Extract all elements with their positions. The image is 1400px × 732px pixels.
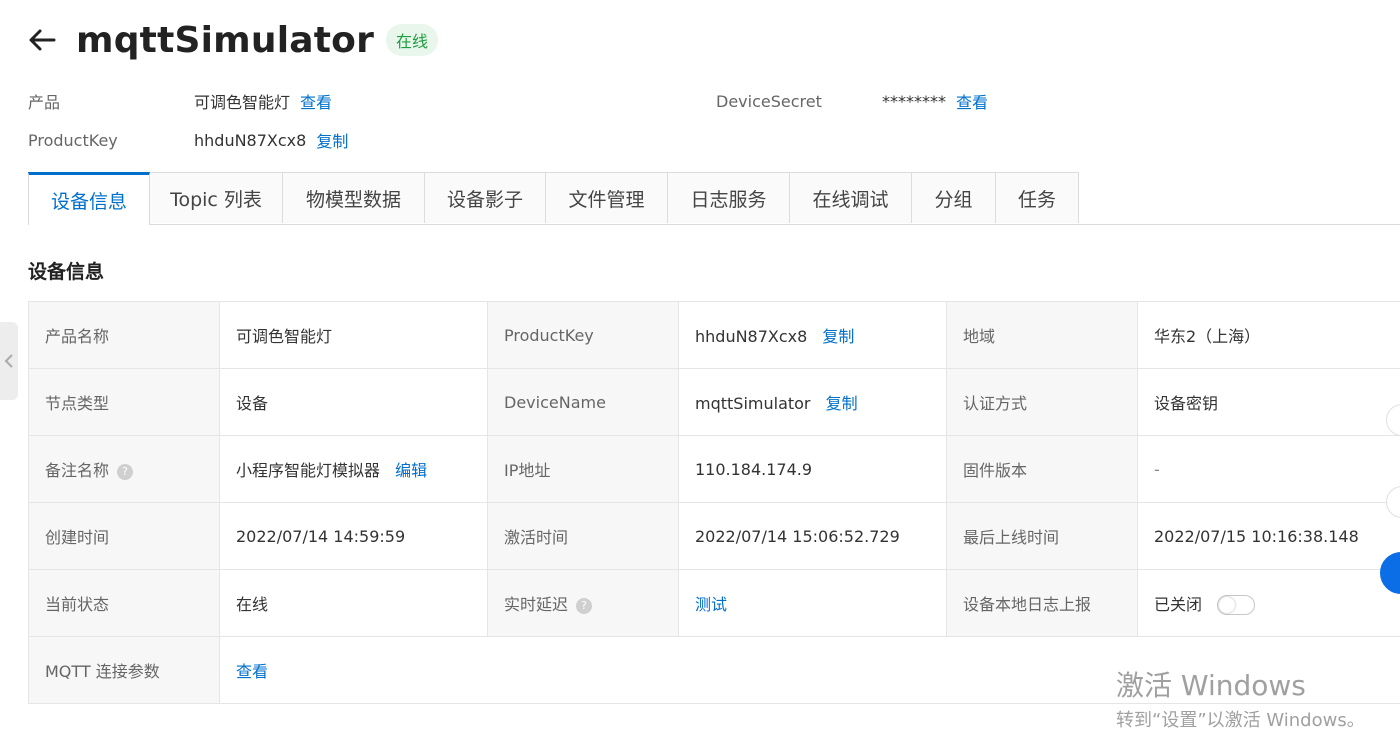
productkey-cell: hhduN87Xcx8 复制: [678, 301, 947, 369]
ip-label: IP地址: [487, 435, 679, 503]
question-icon[interactable]: ?: [576, 597, 593, 614]
view-mqtt-params-button[interactable]: 查看: [236, 662, 268, 681]
node-type-label: 节点类型: [28, 368, 220, 436]
edit-remark-button[interactable]: 编辑: [395, 461, 427, 480]
last-online-value: 2022/07/15 10:16:38.148: [1137, 502, 1400, 570]
sidebar-collapse-handle[interactable]: [0, 322, 18, 400]
view-product-link[interactable]: 查看: [300, 89, 332, 113]
chevron-left-icon: [4, 354, 13, 368]
activated-time-label: 激活时间: [487, 502, 679, 570]
local-log-value: 已关闭: [1154, 594, 1203, 614]
copy-devicename-button[interactable]: 复制: [826, 394, 858, 413]
tab-device-shadow[interactable]: 设备影子: [425, 172, 546, 223]
productkey-label: ProductKey: [487, 301, 679, 369]
device-info-table: 产品名称 可调色智能灯 ProductKey hhduN87Xcx8 复制 地域…: [28, 301, 1400, 704]
productkey-value: hhduN87Xcx8: [695, 327, 808, 346]
remark-name-label: 备注名称: [45, 461, 110, 480]
watermark-line-2: 转到“设置”以激活 Windows。: [1116, 710, 1365, 731]
remark-name-cell: 小程序智能灯模拟器 编辑: [219, 435, 488, 503]
watermark-line-1: 激活 Windows: [1116, 669, 1306, 702]
firmware-label: 固件版本: [946, 435, 1138, 503]
tab-tasks[interactable]: 任务: [996, 172, 1079, 223]
page-header: mqttSimulator 在线: [26, 14, 439, 66]
table-row: 产品名称 可调色智能灯 ProductKey hhduN87Xcx8 复制 地域…: [28, 301, 1400, 369]
page-title: mqttSimulator: [76, 19, 375, 61]
region-value: 华东2（上海）: [1137, 301, 1400, 369]
meta-productkey-row: ProductKey hhduN87Xcx8 复制: [28, 128, 348, 152]
meta-secret-value: ********: [882, 91, 946, 111]
meta-secret-label: DeviceSecret: [716, 91, 822, 111]
product-name-value: 可调色智能灯: [219, 301, 488, 369]
section-title: 设备信息: [28, 261, 105, 283]
question-icon[interactable]: ?: [117, 463, 134, 480]
tab-file-management[interactable]: 文件管理: [546, 172, 668, 223]
copy-productkey-link[interactable]: 复制: [316, 128, 348, 152]
firmware-value: -: [1137, 435, 1400, 503]
created-time-label: 创建时间: [28, 502, 220, 570]
tab-device-info[interactable]: 设备信息: [28, 172, 150, 225]
tab-online-debug[interactable]: 在线调试: [790, 172, 912, 223]
remark-name-value: 小程序智能灯模拟器: [236, 461, 381, 480]
region-label: 地域: [946, 301, 1138, 369]
arrow-left-icon[interactable]: [26, 24, 58, 56]
meta-productkey-label: ProductKey: [28, 130, 118, 150]
table-row: 创建时间 2022/07/14 14:59:59 激活时间 2022/07/14…: [28, 502, 1400, 570]
devicename-label: DeviceName: [487, 368, 679, 436]
meta-secret-row: DeviceSecret ******** 查看: [716, 89, 988, 113]
tab-groups[interactable]: 分组: [912, 172, 996, 223]
node-type-value: 设备: [219, 368, 488, 436]
view-secret-link[interactable]: 查看: [956, 89, 988, 113]
status-badge: 在线: [386, 24, 439, 56]
local-log-toggle[interactable]: [1217, 595, 1256, 616]
meta-product-value: 可调色智能灯: [194, 93, 291, 112]
tab-thing-model-data[interactable]: 物模型数据: [283, 172, 425, 223]
table-row: 当前状态 在线 实时延迟? 测试 设备本地日志上报 已关闭: [28, 569, 1400, 637]
latency-label-cell: 实时延迟?: [487, 569, 679, 637]
table-row: 节点类型 设备 DeviceName mqttSimulator 复制 认证方式…: [28, 368, 1400, 436]
activated-time-value: 2022/07/14 15:06:52.729: [678, 502, 947, 570]
devicename-value: mqttSimulator: [695, 394, 811, 413]
meta-product-row: 产品 可调色智能灯 查看: [28, 89, 332, 113]
current-status-value: 在线: [219, 569, 488, 637]
local-log-label: 设备本地日志上报: [946, 569, 1138, 637]
copy-productkey-button[interactable]: 复制: [822, 327, 854, 346]
local-log-cell: 已关闭: [1137, 569, 1400, 637]
auth-method-label: 认证方式: [946, 368, 1138, 436]
remark-name-label-cell: 备注名称?: [28, 435, 220, 503]
latency-label: 实时延迟: [504, 595, 569, 614]
tab-log-service[interactable]: 日志服务: [668, 172, 790, 223]
tab-topic-list[interactable]: Topic 列表: [150, 172, 283, 223]
mqtt-params-label: MQTT 连接参数: [28, 636, 220, 704]
test-latency-button[interactable]: 测试: [695, 595, 727, 614]
windows-activation-watermark: 激活 Windows 转到“设置”以激活 Windows。: [1116, 664, 1365, 732]
meta-productkey-value: hhduN87Xcx8: [194, 130, 307, 150]
last-online-label: 最后上线时间: [946, 502, 1138, 570]
latency-cell: 测试: [678, 569, 947, 637]
devicename-cell: mqttSimulator 复制: [678, 368, 947, 436]
meta-product-label: 产品: [28, 93, 61, 112]
tab-bar: 设备信息 Topic 列表 物模型数据 设备影子 文件管理 日志服务 在线调试 …: [28, 172, 1400, 225]
created-time-value: 2022/07/14 14:59:59: [219, 502, 488, 570]
current-status-label: 当前状态: [28, 569, 220, 637]
product-name-label: 产品名称: [28, 301, 220, 369]
toggle-knob: [1219, 597, 1236, 614]
auth-method-value: 设备密钥: [1137, 368, 1400, 436]
ip-value: 110.184.174.9: [678, 435, 947, 503]
table-row: 备注名称? 小程序智能灯模拟器 编辑 IP地址 110.184.174.9 固件…: [28, 435, 1400, 503]
